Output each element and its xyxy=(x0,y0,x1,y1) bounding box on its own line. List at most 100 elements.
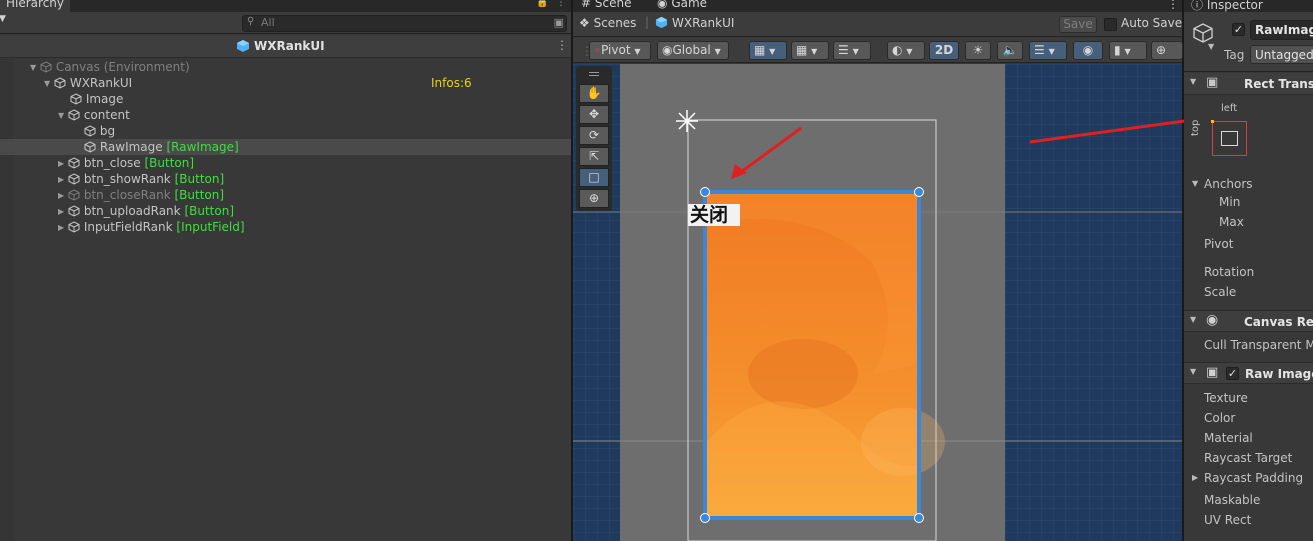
camera-dropdown[interactable]: ▮ ▼ xyxy=(1109,41,1147,60)
active-checkbox[interactable]: ✓ xyxy=(1232,23,1245,36)
hierarchy-item-btn-closerank[interactable]: ▶ btn_closeRank [Button] xyxy=(0,187,571,203)
lock-icon[interactable]: 🔒 xyxy=(536,0,548,8)
foldout-arrow-icon[interactable]: ▼ xyxy=(1192,179,1198,188)
annotation-arrow-inspector xyxy=(1029,113,1206,144)
hierarchy-tab[interactable]: Hierarchy xyxy=(0,0,71,12)
hierarchy-item-bg[interactable]: bg xyxy=(0,123,571,139)
component-enabled-checkbox[interactable]: ✓ xyxy=(1226,367,1239,380)
tab-game[interactable]: ◉ Game xyxy=(657,0,707,10)
auto-save-label: Auto Save xyxy=(1121,16,1183,30)
collapse-arrow-icon[interactable]: ▶ xyxy=(58,204,68,220)
object-name-field[interactable]: RawImage xyxy=(1250,20,1313,40)
tag-dropdown[interactable]: Untagged xyxy=(1250,45,1313,64)
hierarchy-item-canvas[interactable]: ▼ Canvas (Environment) xyxy=(0,59,571,75)
component-tag: [InputField] xyxy=(176,220,245,234)
audio-toggle[interactable]: 🔈 xyxy=(997,41,1023,60)
raycast-padding-label[interactable]: Raycast Padding xyxy=(1204,471,1303,485)
scale-icon: ⇱ xyxy=(588,149,600,163)
collapse-arrow-icon[interactable]: ▶ xyxy=(58,156,68,172)
transform-tool-button[interactable]: ⊕ xyxy=(579,189,609,208)
image-icon: ▣ xyxy=(1206,365,1219,380)
camera-icon: ▮ xyxy=(1114,43,1121,57)
dropdown-arrow-icon: ▼ xyxy=(769,47,776,56)
hierarchy-item-content[interactable]: ▼ content xyxy=(0,107,571,123)
hierarchy-tabbar: Hierarchy 🔒 ⋮ xyxy=(0,0,571,12)
raw-image-title: Raw Image xyxy=(1245,367,1313,381)
anchor-gizmo-icon[interactable] xyxy=(676,110,698,132)
canvas-renderer-header[interactable]: ▼ ◉ Canvas Ren xyxy=(1184,310,1313,332)
tag-value: Untagged xyxy=(1255,48,1313,62)
anchor-preset-button[interactable] xyxy=(1211,120,1247,156)
expand-arrow-icon[interactable]: ▼ xyxy=(58,108,68,124)
grid-snap-toggle[interactable]: ▦ ▼ xyxy=(749,41,787,60)
collapse-arrow-icon[interactable]: ▶ xyxy=(58,172,68,188)
gameobject-icon xyxy=(40,61,52,73)
search-filter-icon[interactable]: ▣ xyxy=(554,16,564,29)
prefab-title: WXRankUI xyxy=(254,39,325,53)
hierarchy-item-label: RawImage xyxy=(99,140,163,154)
expand-arrow-icon[interactable]: ▼ xyxy=(30,60,40,76)
scene-tabbar: # Scene ◉ Game ⋮ xyxy=(573,0,1182,12)
save-button[interactable]: Save xyxy=(1059,16,1097,33)
inspector-tabbar: ⓘ Inspector xyxy=(1184,0,1313,12)
effects-toggle[interactable]: ☰ ▼ xyxy=(1029,41,1067,60)
foldout-arrow-icon[interactable]: ▶ xyxy=(1192,473,1198,482)
gizmos-dropdown[interactable]: ⊕ xyxy=(1151,41,1183,60)
expand-arrow-icon[interactable]: ▼ xyxy=(44,76,54,92)
rect-transform-icon: ▣ xyxy=(1206,75,1219,90)
hierarchy-item-inputfieldrank[interactable]: ▶ InputFieldRank [InputField] xyxy=(0,219,571,235)
gameobject-icon xyxy=(68,109,80,121)
rect-transform-title: Rect Transf xyxy=(1244,77,1313,91)
lighting-toggle[interactable]: ☀ xyxy=(965,41,991,60)
add-dropdown-icon[interactable]: ▼ xyxy=(0,14,6,24)
hierarchy-item-btn-showrank[interactable]: ▶ btn_showRank [Button] xyxy=(0,171,571,187)
rect-transform-header[interactable]: ▼ ▣ Rect Transf xyxy=(1184,73,1313,95)
global-toggle[interactable]: ◉Global ▼ xyxy=(657,41,729,60)
foldout-arrow-icon[interactable]: ▼ xyxy=(1190,367,1196,376)
move-tool-button[interactable]: ✥ xyxy=(579,105,609,124)
scene-menu-icon[interactable]: ⋮ xyxy=(1167,0,1179,11)
anchors-label[interactable]: Anchors xyxy=(1204,177,1253,191)
icon-dropdown-icon[interactable]: ▼ xyxy=(1208,42,1214,51)
raw-image-header[interactable]: ▼ ▣ ✓ Raw Image xyxy=(1184,362,1313,384)
pivot-toggle[interactable]: ◦Pivot ▼ xyxy=(589,41,651,60)
palette-handle-icon xyxy=(589,72,599,76)
hierarchy-item-rawimage[interactable]: RawImage [RawImage] xyxy=(0,139,571,155)
visibility-toggle[interactable]: ◉ xyxy=(1073,41,1103,60)
component-tag: [Button] xyxy=(144,156,195,170)
more-menu-icon[interactable]: ⋮ xyxy=(556,0,566,8)
foldout-arrow-icon[interactable]: ▼ xyxy=(1190,315,1196,324)
hierarchy-item-wxrankui[interactable]: ▼ WXRankUI Infos:6 xyxy=(0,75,571,91)
rect-tool-button[interactable]: □ xyxy=(579,168,609,187)
hierarchy-search-input[interactable]: ⚲ All ▣ xyxy=(242,15,567,32)
prefab-cube-icon xyxy=(236,39,250,56)
move-icon: ✥ xyxy=(588,107,600,121)
breadcrumb-prefab[interactable]: WXRankUI xyxy=(672,16,734,30)
shading-mode-dropdown[interactable]: ◐ ▼ xyxy=(887,41,925,60)
grid-toggle-icon: ▦ xyxy=(796,43,808,57)
breadcrumb-prefab-icon xyxy=(655,16,668,32)
collapse-arrow-icon[interactable]: ▶ xyxy=(58,188,68,204)
hierarchy-item-btn-uploadrank[interactable]: ▶ btn_uploadRank [Button] xyxy=(0,203,571,219)
tab-game-label: Game xyxy=(671,0,708,10)
breadcrumb-separator: | xyxy=(645,15,650,29)
increment-snap-toggle[interactable]: ☰ ▼ xyxy=(833,41,871,60)
2d-mode-toggle[interactable]: 2D xyxy=(929,41,959,60)
hand-tool-button[interactable]: ✋ xyxy=(579,84,609,103)
tab-scene[interactable]: # Scene xyxy=(581,0,631,10)
grid-toggle[interactable]: ▦ ▼ xyxy=(791,41,829,60)
hierarchy-item-image[interactable]: Image xyxy=(0,91,571,107)
hierarchy-item-label: Canvas (Environment) xyxy=(55,60,190,74)
breadcrumb-scenes[interactable]: ❖ Scenes xyxy=(579,16,636,30)
speaker-icon: 🔈 xyxy=(1002,43,1018,57)
hierarchy-item-btn-close[interactable]: ▶ btn_close [Button] xyxy=(0,155,571,171)
raw-image-preview[interactable] xyxy=(700,187,946,523)
collapse-arrow-icon[interactable]: ▶ xyxy=(58,220,68,236)
anchor-min-label: Min xyxy=(1219,195,1241,209)
scale-tool-button[interactable]: ⇱ xyxy=(579,147,609,166)
rotate-tool-button[interactable]: ⟳ xyxy=(579,126,609,145)
foldout-arrow-icon[interactable]: ▼ xyxy=(1190,77,1196,86)
auto-save-checkbox[interactable] xyxy=(1104,18,1117,31)
prefab-menu-icon[interactable]: ⋮ xyxy=(556,38,568,52)
anchor-preset-box xyxy=(1221,131,1238,146)
